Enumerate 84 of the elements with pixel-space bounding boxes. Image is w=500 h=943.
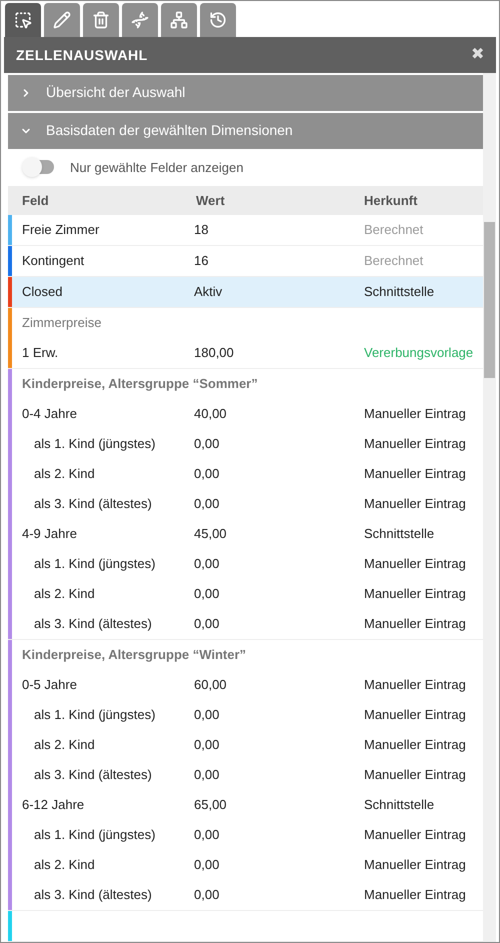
toolbar-tab[interactable] xyxy=(5,3,41,37)
value-cell-text: 180,00 xyxy=(194,344,235,362)
origin-cell-text: Manueller Eintrag xyxy=(364,706,466,724)
origin-cell-text: Manueller Eintrag xyxy=(364,826,466,844)
value-cell-text: Aktiv xyxy=(194,283,224,302)
origin-cell-text: Manueller Eintrag xyxy=(364,886,466,904)
field-cell-text: als 1. Kind (jüngstes) xyxy=(33,826,156,844)
value-cell-text: 45,00 xyxy=(194,525,228,544)
origin-cell-text: Manueller Eintrag xyxy=(364,766,466,784)
origin-cell-text: Manueller Eintrag xyxy=(364,585,466,604)
value-cell-text: 0,00 xyxy=(194,766,220,784)
value-cell-text: 18 xyxy=(194,221,210,240)
origin-cell-text: Manueller Eintrag xyxy=(364,495,466,514)
toggle-switch[interactable] xyxy=(24,160,54,174)
toolbar-tab[interactable] xyxy=(161,3,197,37)
field-cell-text: 0-5 Jahre xyxy=(21,676,78,694)
field-cell-text: als 3. Kind (ältestes) xyxy=(33,615,153,634)
field-cell-text: Freie Zimmer xyxy=(21,221,100,240)
origin-cell-text: Manueller Eintrag xyxy=(364,736,466,754)
toggle-label: Nur gewählte Felder anzeigen xyxy=(70,158,244,177)
dna-icon xyxy=(131,11,149,29)
origin-cell-text: Vererbungsvorlage xyxy=(364,344,474,362)
group-title: Kinderpreise, Altersgruppe “Sommer” xyxy=(21,375,259,394)
column-header: Feld xyxy=(21,192,50,210)
origin-cell-text: Manueller Eintrag xyxy=(364,676,466,694)
field-cell-text: als 3. Kind (ältestes) xyxy=(33,886,153,904)
field-cell-text: 6-12 Jahre xyxy=(21,796,86,814)
value-cell-text: 0,00 xyxy=(194,736,220,754)
value-cell-text: 0,00 xyxy=(194,706,220,724)
value-cell-text: 16 xyxy=(194,252,210,270)
value-cell-text: 0,00 xyxy=(194,856,220,874)
origin-cell-text: Schnittstelle xyxy=(364,525,434,544)
field-cell-text: als 2. Kind xyxy=(33,736,96,754)
field-cell-text: 4-9 Jahre xyxy=(21,525,78,544)
field-cell-text: als 1. Kind (jüngstes) xyxy=(33,706,156,724)
selection-cursor-icon xyxy=(14,11,32,29)
column-header: Herkunft xyxy=(364,192,418,210)
toolbar-tab[interactable] xyxy=(83,3,119,37)
value-cell-text: 0,00 xyxy=(194,886,220,904)
origin-cell-text: Manueller Eintrag xyxy=(364,435,466,454)
panel-title: ZELLENAUSWAHL xyxy=(16,46,148,64)
origin-cell-text: Berechnet xyxy=(364,252,424,270)
field-cell-text: als 1. Kind (jüngstes) xyxy=(33,435,156,454)
value-cell-text: 0,00 xyxy=(194,826,220,844)
value-cell-text: 0,00 xyxy=(194,435,220,454)
origin-cell-text: Schnittstelle xyxy=(364,796,434,814)
value-cell-text: 0,00 xyxy=(194,495,220,514)
field-cell-text: 1 Erw. xyxy=(21,344,60,362)
origin-cell-text: Manueller Eintrag xyxy=(364,555,466,574)
origin-cell-text: Manueller Eintrag xyxy=(364,405,466,424)
pencil-icon xyxy=(53,11,71,29)
value-cell-text: 65,00 xyxy=(194,796,228,814)
origin-cell-text: Berechnet xyxy=(364,221,424,240)
scrollbar-thumb[interactable] xyxy=(484,222,495,378)
group-title: Zimmerpreise xyxy=(21,314,102,332)
toolbar-tab[interactable] xyxy=(200,3,236,37)
column-header: Wert xyxy=(195,192,226,210)
field-cell-text: als 2. Kind xyxy=(33,585,96,604)
field-cell-text: Kontingent xyxy=(21,252,86,270)
field-cell-text: als 2. Kind xyxy=(33,465,96,484)
value-cell-text: 0,00 xyxy=(194,555,220,574)
field-cell-text: als 2. Kind xyxy=(33,856,96,874)
field-cell-text: als 3. Kind (ältestes) xyxy=(33,495,153,514)
value-cell-text: 0,00 xyxy=(194,465,220,484)
table-row[interactable]: Closed Aktiv Schnittstelle xyxy=(12,276,483,307)
field-cell-text: als 1. Kind (jüngstes) xyxy=(33,555,156,574)
value-cell-text: 40,00 xyxy=(194,405,228,424)
origin-cell-text: Manueller Eintrag xyxy=(364,856,466,874)
value-cell-text: 0,00 xyxy=(194,585,220,604)
group-title: Kinderpreise, Altersgruppe “Winter” xyxy=(21,646,248,664)
origin-cell-text: Schnittstelle xyxy=(364,283,434,302)
field-cell-text: als 3. Kind (ältestes) xyxy=(33,766,153,784)
trash-icon xyxy=(92,11,110,29)
hierarchy-icon xyxy=(170,11,188,29)
origin-cell-text: Manueller Eintrag xyxy=(364,465,466,484)
close-button[interactable]: ✖ xyxy=(471,43,484,67)
value-cell-text: 0,00 xyxy=(194,615,220,634)
value-cell-text: 60,00 xyxy=(194,676,228,694)
origin-cell-text: Manueller Eintrag xyxy=(364,615,466,634)
field-cell-text: 0-4 Jahre xyxy=(21,405,78,424)
history-icon xyxy=(209,11,227,29)
toolbar-tab[interactable] xyxy=(44,3,80,37)
field-cell-text: Closed xyxy=(21,283,64,302)
toolbar-tab[interactable] xyxy=(122,3,158,37)
